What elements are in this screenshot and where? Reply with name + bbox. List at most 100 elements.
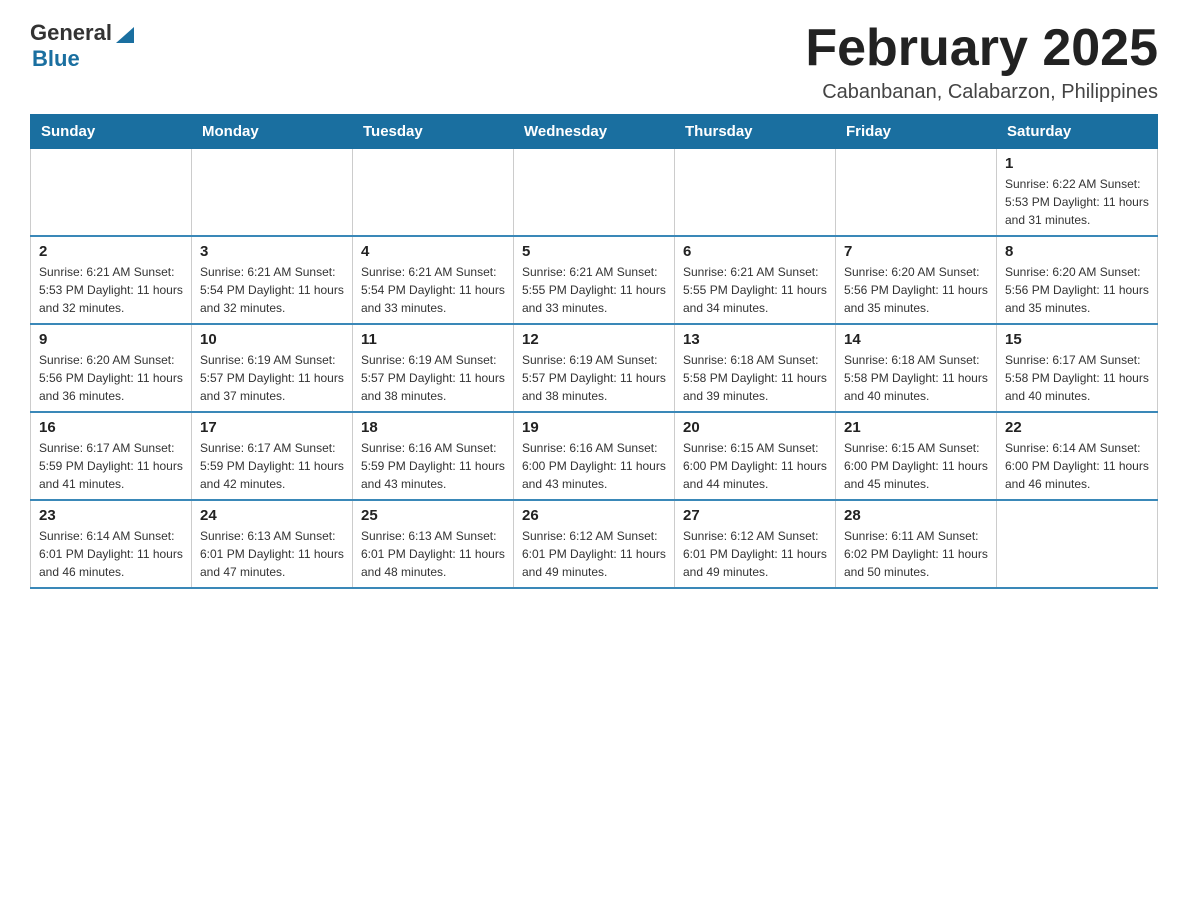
day-info: Sunrise: 6:12 AM Sunset: 6:01 PM Dayligh… [683, 527, 827, 581]
logo: General Blue [30, 20, 136, 72]
calendar-week-1: 1 Sunrise: 6:22 AM Sunset: 5:53 PM Daylig… [31, 149, 1158, 237]
calendar-cell: 14 Sunrise: 6:18 AM Sunset: 5:58 PM Dayli… [836, 324, 997, 412]
calendar-cell: 10Sunrise: 6:19 AM Sunset: 5:57 PM Dayli… [192, 324, 353, 412]
day-number: 6 [683, 243, 827, 260]
calendar-cell [192, 149, 353, 237]
day-number: 7 [844, 243, 988, 260]
calendar-cell: 18 Sunrise: 6:16 AM Sunset: 5:59 PM Dayli… [353, 412, 514, 500]
calendar-cell: 6 Sunrise: 6:21 AM Sunset: 5:55 PM Daylig… [675, 236, 836, 324]
day-info: Sunrise: 6:11 AM Sunset: 6:02 PM Dayligh… [844, 527, 988, 581]
day-info: Sunrise: 6:13 AM Sunset: 6:01 PM Dayligh… [361, 527, 505, 581]
calendar-cell: 7 Sunrise: 6:20 AM Sunset: 5:56 PM Daylig… [836, 236, 997, 324]
calendar-week-4: 16 Sunrise: 6:17 AM Sunset: 5:59 PM Dayli… [31, 412, 1158, 500]
calendar-cell [31, 149, 192, 237]
calendar-week-2: 2Sunrise: 6:21 AM Sunset: 5:53 PM Daylig… [31, 236, 1158, 324]
header-row: SundayMondayTuesdayWednesdayThursdayFrid… [31, 115, 1158, 149]
day-header-friday: Friday [836, 115, 997, 149]
page-subtitle: Cabanbanan, Calabarzon, Philippines [805, 81, 1158, 104]
page-header: General Blue February 2025 Cabanbanan, C… [30, 20, 1158, 104]
day-info: Sunrise: 6:19 AM Sunset: 5:57 PM Dayligh… [200, 351, 344, 405]
calendar-week-3: 9 Sunrise: 6:20 AM Sunset: 5:56 PM Daylig… [31, 324, 1158, 412]
calendar-week-5: 23 Sunrise: 6:14 AM Sunset: 6:01 PM Dayli… [31, 500, 1158, 588]
calendar-cell: 26 Sunrise: 6:12 AM Sunset: 6:01 PM Dayli… [514, 500, 675, 588]
day-number: 17 [200, 419, 344, 436]
day-info: Sunrise: 6:15 AM Sunset: 6:00 PM Dayligh… [844, 439, 988, 493]
calendar-cell: 21 Sunrise: 6:15 AM Sunset: 6:00 PM Dayli… [836, 412, 997, 500]
calendar-cell [997, 500, 1158, 588]
day-header-monday: Monday [192, 115, 353, 149]
day-number: 12 [522, 331, 666, 348]
day-number: 26 [522, 507, 666, 524]
day-info: Sunrise: 6:16 AM Sunset: 6:00 PM Dayligh… [522, 439, 666, 493]
day-header-saturday: Saturday [997, 115, 1158, 149]
calendar-cell: 25 Sunrise: 6:13 AM Sunset: 6:01 PM Dayli… [353, 500, 514, 588]
day-info: Sunrise: 6:16 AM Sunset: 5:59 PM Dayligh… [361, 439, 505, 493]
calendar-cell: 11Sunrise: 6:19 AM Sunset: 5:57 PM Dayli… [353, 324, 514, 412]
day-info: Sunrise: 6:17 AM Sunset: 5:59 PM Dayligh… [200, 439, 344, 493]
day-number: 4 [361, 243, 505, 260]
day-number: 5 [522, 243, 666, 260]
day-number: 2 [39, 243, 183, 260]
day-number: 25 [361, 507, 505, 524]
calendar-cell: 19 Sunrise: 6:16 AM Sunset: 6:00 PM Dayli… [514, 412, 675, 500]
calendar-cell: 20 Sunrise: 6:15 AM Sunset: 6:00 PM Dayli… [675, 412, 836, 500]
day-info: Sunrise: 6:21 AM Sunset: 5:55 PM Dayligh… [522, 263, 666, 317]
day-number: 22 [1005, 419, 1149, 436]
calendar-cell [675, 149, 836, 237]
day-info: Sunrise: 6:19 AM Sunset: 5:57 PM Dayligh… [361, 351, 505, 405]
day-number: 18 [361, 419, 505, 436]
day-info: Sunrise: 6:17 AM Sunset: 5:59 PM Dayligh… [39, 439, 183, 493]
day-number: 21 [844, 419, 988, 436]
day-number: 28 [844, 507, 988, 524]
day-number: 23 [39, 507, 183, 524]
day-number: 15 [1005, 331, 1149, 348]
calendar-header: SundayMondayTuesdayWednesdayThursdayFrid… [31, 115, 1158, 149]
day-number: 3 [200, 243, 344, 260]
day-info: Sunrise: 6:12 AM Sunset: 6:01 PM Dayligh… [522, 527, 666, 581]
day-info: Sunrise: 6:17 AM Sunset: 5:58 PM Dayligh… [1005, 351, 1149, 405]
calendar-cell: 24Sunrise: 6:13 AM Sunset: 6:01 PM Dayli… [192, 500, 353, 588]
day-header-wednesday: Wednesday [514, 115, 675, 149]
day-info: Sunrise: 6:21 AM Sunset: 5:55 PM Dayligh… [683, 263, 827, 317]
day-number: 9 [39, 331, 183, 348]
day-info: Sunrise: 6:15 AM Sunset: 6:00 PM Dayligh… [683, 439, 827, 493]
calendar-cell: 12 Sunrise: 6:19 AM Sunset: 5:57 PM Dayli… [514, 324, 675, 412]
calendar-body: 1 Sunrise: 6:22 AM Sunset: 5:53 PM Daylig… [31, 149, 1158, 589]
day-number: 1 [1005, 155, 1149, 172]
calendar-cell: 23 Sunrise: 6:14 AM Sunset: 6:01 PM Dayli… [31, 500, 192, 588]
day-number: 20 [683, 419, 827, 436]
day-info: Sunrise: 6:21 AM Sunset: 5:54 PM Dayligh… [200, 263, 344, 317]
calendar-cell: 22Sunrise: 6:14 AM Sunset: 6:00 PM Dayli… [997, 412, 1158, 500]
calendar-cell: 4 Sunrise: 6:21 AM Sunset: 5:54 PM Daylig… [353, 236, 514, 324]
calendar-cell: 1 Sunrise: 6:22 AM Sunset: 5:53 PM Daylig… [997, 149, 1158, 237]
calendar-cell: 28 Sunrise: 6:11 AM Sunset: 6:02 PM Dayli… [836, 500, 997, 588]
day-number: 16 [39, 419, 183, 436]
logo-general-text: General [30, 20, 112, 46]
calendar-cell: 5 Sunrise: 6:21 AM Sunset: 5:55 PM Daylig… [514, 236, 675, 324]
calendar-cell: 13Sunrise: 6:18 AM Sunset: 5:58 PM Dayli… [675, 324, 836, 412]
calendar-cell: 2Sunrise: 6:21 AM Sunset: 5:53 PM Daylig… [31, 236, 192, 324]
day-info: Sunrise: 6:19 AM Sunset: 5:57 PM Dayligh… [522, 351, 666, 405]
day-number: 14 [844, 331, 988, 348]
day-header-thursday: Thursday [675, 115, 836, 149]
day-number: 27 [683, 507, 827, 524]
day-header-tuesday: Tuesday [353, 115, 514, 149]
day-number: 13 [683, 331, 827, 348]
logo-triangle-icon [114, 23, 136, 45]
calendar-cell: 8 Sunrise: 6:20 AM Sunset: 5:56 PM Daylig… [997, 236, 1158, 324]
day-info: Sunrise: 6:18 AM Sunset: 5:58 PM Dayligh… [844, 351, 988, 405]
page-title: February 2025 [805, 20, 1158, 77]
day-info: Sunrise: 6:20 AM Sunset: 5:56 PM Dayligh… [1005, 263, 1149, 317]
calendar-cell: 3 Sunrise: 6:21 AM Sunset: 5:54 PM Daylig… [192, 236, 353, 324]
day-number: 8 [1005, 243, 1149, 260]
day-number: 19 [522, 419, 666, 436]
day-info: Sunrise: 6:21 AM Sunset: 5:54 PM Dayligh… [361, 263, 505, 317]
day-info: Sunrise: 6:14 AM Sunset: 6:01 PM Dayligh… [39, 527, 183, 581]
day-info: Sunrise: 6:22 AM Sunset: 5:53 PM Dayligh… [1005, 175, 1149, 229]
calendar-cell: 17 Sunrise: 6:17 AM Sunset: 5:59 PM Dayli… [192, 412, 353, 500]
calendar-cell [836, 149, 997, 237]
day-info: Sunrise: 6:20 AM Sunset: 5:56 PM Dayligh… [39, 351, 183, 405]
title-block: February 2025 Cabanbanan, Calabarzon, Ph… [805, 20, 1158, 104]
day-info: Sunrise: 6:13 AM Sunset: 6:01 PM Dayligh… [200, 527, 344, 581]
day-info: Sunrise: 6:20 AM Sunset: 5:56 PM Dayligh… [844, 263, 988, 317]
